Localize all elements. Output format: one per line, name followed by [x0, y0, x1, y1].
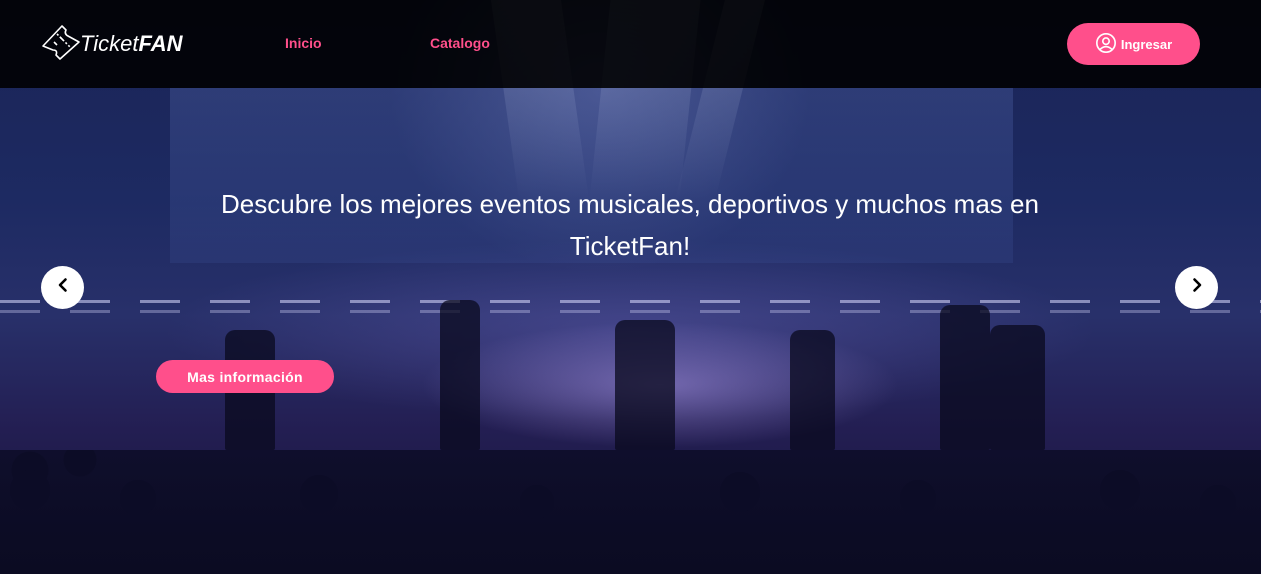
crowd-head: [10, 470, 50, 510]
navbar: TicketFAN Inicio Catalogo Ingresar: [0, 0, 1261, 88]
hero-headline: Descubre los mejores eventos musicales, …: [221, 189, 1039, 261]
brand-name: TicketFAN: [80, 31, 182, 57]
carousel-next-button[interactable]: [1175, 266, 1218, 309]
crowd-head: [120, 480, 156, 516]
crowd-head: [520, 485, 554, 519]
brand-name-part2: FAN: [138, 31, 183, 56]
ticket-icon: [40, 22, 82, 67]
chevron-right-icon: [1188, 276, 1206, 299]
crowd-head: [300, 475, 338, 513]
band-member: [990, 325, 1045, 450]
brand-logo[interactable]: TicketFAN: [40, 24, 182, 64]
more-info-button[interactable]: Mas información: [156, 360, 334, 393]
crowd-head: [1100, 470, 1140, 510]
stage-lights: [0, 310, 1261, 313]
band-member: [940, 305, 990, 450]
nav-link-inicio[interactable]: Inicio: [285, 35, 322, 51]
chevron-left-icon: [54, 276, 72, 299]
crowd: [0, 450, 1261, 574]
user-circle-icon: [1095, 32, 1117, 57]
brand-name-part1: Ticket: [80, 31, 139, 56]
crowd-head: [1200, 485, 1236, 521]
band-member: [440, 300, 480, 450]
band-member: [790, 330, 835, 450]
crowd-head: [720, 472, 760, 512]
login-label: Ingresar: [1120, 36, 1173, 52]
crowd-head: [900, 480, 936, 516]
nav-link-catalogo[interactable]: Catalogo: [430, 35, 490, 51]
band-member: [615, 320, 675, 450]
stage-lights: [0, 300, 1261, 303]
carousel-prev-button[interactable]: [41, 266, 84, 309]
login-button[interactable]: Ingresar: [1067, 23, 1200, 65]
